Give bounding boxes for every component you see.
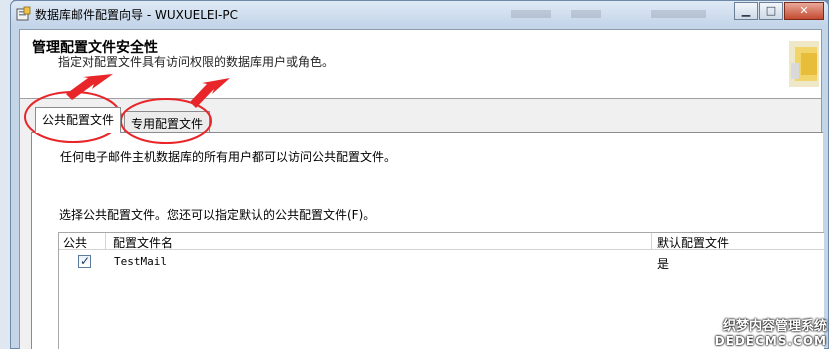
column-header-profile-name[interactable]: 配置文件名 <box>113 234 173 251</box>
window-title: 数据库邮件配置向导 - WUXUELEI-PC <box>35 8 238 22</box>
table-header: 公共 配置文件名 默认配置文件 <box>59 233 824 250</box>
watermark-line2: DEDECMS.COM <box>714 334 827 348</box>
profile-name-cell: TestMail <box>114 255 167 268</box>
profiles-table: 公共 配置文件名 默认配置文件 ✓ TestMail 是 <box>58 232 824 349</box>
tab-private-profiles[interactable]: 专用配置文件 <box>124 111 211 133</box>
maximize-icon: □ <box>765 4 777 17</box>
tab-public-profiles[interactable]: 公共配置文件 <box>35 107 122 133</box>
wizard-client-area: 管理配置文件安全性 指定对配置文件具有访问权限的数据库用户或角色。 公共配置文件… <box>19 29 824 349</box>
watermark: 织梦内容管理系统 DEDECMS.COM <box>714 319 827 349</box>
wizard-window: 数据库邮件配置向导 - WUXUELEI-PC ▁ □ ✕ 管理配置文件安全性 … <box>10 0 829 349</box>
wizard-logo-icon <box>789 41 819 87</box>
tab-panel-public: 任何电子邮件主机数据库的所有用户都可以访问公共配置文件。 选择公共配置文件。您还… <box>31 132 824 349</box>
column-divider[interactable] <box>651 233 652 250</box>
default-profile-cell[interactable]: 是 <box>657 255 669 272</box>
window-controls: ▁ □ ✕ <box>733 2 824 20</box>
column-header-default-profile[interactable]: 默认配置文件 <box>657 234 729 251</box>
minimize-icon: ▁ <box>741 4 751 17</box>
minimize-button[interactable]: ▁ <box>734 2 758 20</box>
panel-description: 任何电子邮件主机数据库的所有用户都可以访问公共配置文件。 <box>60 150 397 164</box>
background-blur <box>511 7 761 21</box>
column-header-public[interactable]: 公共 <box>63 234 87 251</box>
wizard-app-icon <box>16 6 31 21</box>
column-divider[interactable] <box>105 233 106 250</box>
title-bar[interactable]: 数据库邮件配置向导 - WUXUELEI-PC ▁ □ ✕ <box>11 1 828 27</box>
close-icon: ✕ <box>799 4 809 17</box>
table-row[interactable]: ✓ TestMail 是 <box>59 251 824 273</box>
public-checkbox[interactable]: ✓ <box>78 254 91 268</box>
page-subtitle: 指定对配置文件具有访问权限的数据库用户或角色。 <box>58 55 335 69</box>
checkbox-checked-icon: ✓ <box>80 254 91 268</box>
watermark-line1: 织梦内容管理系统 <box>722 319 827 334</box>
panel-instruction: 选择公共配置文件。您还可以指定默认的公共配置文件(F)。 <box>59 208 376 222</box>
wizard-header: 管理配置文件安全性 指定对配置文件具有访问权限的数据库用户或角色。 <box>20 30 821 99</box>
maximize-button[interactable]: □ <box>759 2 783 20</box>
close-button[interactable]: ✕ <box>784 2 824 20</box>
